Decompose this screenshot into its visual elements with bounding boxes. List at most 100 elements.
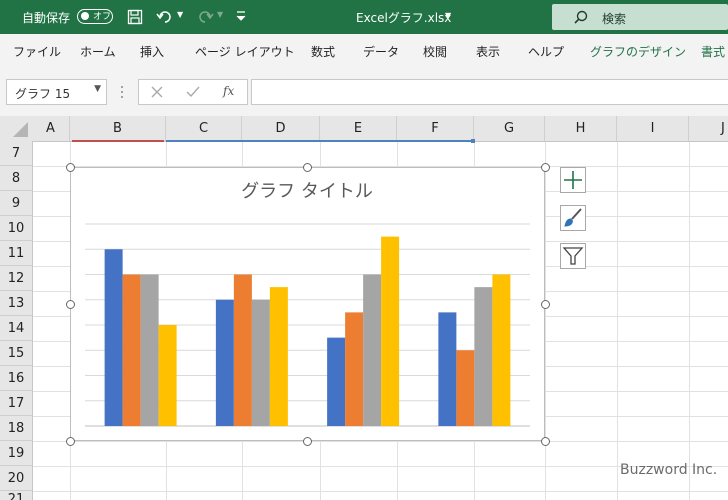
name-box[interactable]: グラフ 15 ▼ (6, 79, 107, 105)
chart-filters-button[interactable] (560, 243, 586, 269)
row-header-20[interactable]: 20 (0, 466, 32, 491)
row-header-11[interactable]: 11 (0, 241, 32, 266)
bar-series-4-category-2[interactable] (269, 287, 288, 426)
row-header-19[interactable]: 19 (0, 441, 32, 466)
bar-series-2-category-3[interactable] (345, 312, 364, 426)
column-headers: A B C D E F G H I J (0, 116, 728, 142)
row-header-7[interactable]: 7 (0, 141, 32, 166)
redo-dropdown-icon[interactable]: ▼ (217, 10, 223, 19)
bar-series-1-category-4[interactable] (438, 312, 457, 426)
column-header-i[interactable]: I (617, 116, 689, 141)
bar-series-4-category-1[interactable] (158, 325, 177, 426)
row-header-15[interactable]: 15 (0, 341, 32, 366)
bar-series-3-category-3[interactable] (363, 274, 382, 427)
formula-buttons: fx (138, 79, 248, 105)
tab-formulas[interactable]: 数式 (311, 43, 335, 60)
resize-handle-left[interactable] (66, 300, 75, 309)
save-icon[interactable] (127, 9, 143, 25)
range-highlight-values (166, 140, 474, 142)
gridline (617, 141, 618, 500)
file-name-dropdown-icon[interactable]: ▼ (445, 11, 451, 20)
undo-dropdown-icon[interactable]: ▼ (177, 10, 183, 19)
row-header-9[interactable]: 9 (0, 191, 32, 216)
row-header-16[interactable]: 16 (0, 366, 32, 391)
row-header-14[interactable]: 14 (0, 316, 32, 341)
row-headers: 7 8 9 10 11 12 13 14 15 16 17 18 19 20 2… (0, 141, 33, 500)
chart-plot: グラフ タイトル (85, 181, 530, 427)
row-header-12[interactable]: 12 (0, 266, 32, 291)
chart-title[interactable]: グラフ タイトル (241, 181, 373, 202)
bar-series-3-category-4[interactable] (474, 287, 493, 426)
autosave-state: オフ (93, 12, 112, 22)
column-header-j[interactable]: J (689, 116, 728, 141)
row-header-13[interactable]: 13 (0, 291, 32, 316)
undo-icon[interactable] (156, 8, 174, 26)
enter-icon[interactable] (186, 86, 200, 98)
resize-handle-right[interactable] (541, 300, 550, 309)
tab-home[interactable]: ホーム (80, 43, 116, 60)
resize-handle-top-left[interactable] (66, 163, 75, 172)
more-icon (121, 86, 123, 98)
name-box-dropdown-icon[interactable]: ▼ (94, 84, 101, 94)
bar-series-1-category-1[interactable] (104, 249, 123, 426)
gridline (32, 441, 728, 442)
column-header-h[interactable]: H (545, 116, 617, 141)
bar-series-1-category-2[interactable] (215, 299, 234, 426)
filter-icon (562, 247, 584, 265)
tab-insert[interactable]: 挿入 (140, 43, 164, 60)
resize-handle-bottom[interactable] (303, 437, 312, 446)
chart-elements-button[interactable] (560, 167, 586, 193)
bar-series-4-category-4[interactable] (492, 274, 511, 427)
file-name: Excelグラフ.xlsx (356, 11, 452, 25)
column-header-b[interactable]: B (70, 116, 166, 141)
row-header-10[interactable]: 10 (0, 216, 32, 241)
search-box[interactable]: 検索 (552, 4, 728, 30)
tab-file[interactable]: ファイル (13, 43, 61, 60)
bar-series-3-category-1[interactable] (140, 274, 159, 427)
select-all-button[interactable] (0, 116, 32, 141)
row-header-17[interactable]: 17 (0, 391, 32, 416)
title-bar: 自動保存 オフ ▼ ▼ Excelグラフ.xlsx ▼ 検索 (0, 0, 728, 34)
column-header-d[interactable]: D (242, 116, 320, 141)
bar-series-4-category-3[interactable] (381, 236, 400, 426)
tab-review[interactable]: 校閲 (423, 43, 447, 60)
resize-handle-bottom-right[interactable] (541, 437, 550, 446)
toggle-knob (81, 12, 89, 20)
column-header-a[interactable]: A (32, 116, 70, 141)
search-icon (574, 10, 588, 24)
bar-series-2-category-4[interactable] (456, 350, 475, 426)
tab-view[interactable]: 表示 (476, 43, 500, 60)
tab-chart-design[interactable]: グラフのデザイン (590, 43, 686, 60)
tab-data[interactable]: データ (363, 43, 399, 60)
bar-series-1-category-3[interactable] (327, 337, 346, 426)
gridline (32, 491, 728, 492)
row-header-18[interactable]: 18 (0, 416, 32, 441)
plus-icon (564, 171, 582, 189)
tab-format[interactable]: 書式 (701, 43, 725, 60)
insert-function-icon[interactable]: fx (223, 84, 234, 98)
redo-icon[interactable] (196, 8, 214, 26)
formula-input[interactable] (251, 79, 728, 105)
row-header-21[interactable]: 21 (0, 491, 32, 500)
resize-handle-bottom-left[interactable] (66, 437, 75, 446)
column-header-f[interactable]: F (397, 116, 474, 141)
bar-series-2-category-1[interactable] (122, 274, 141, 427)
column-header-c[interactable]: C (166, 116, 242, 141)
customize-toolbar-icon[interactable] (235, 10, 247, 22)
column-header-e[interactable]: E (320, 116, 397, 141)
row-header-8[interactable]: 8 (0, 166, 32, 191)
column-header-g[interactable]: G (474, 116, 545, 141)
resize-handle-top-right[interactable] (541, 163, 550, 172)
cancel-icon[interactable] (151, 86, 163, 98)
range-highlight-series (72, 140, 164, 142)
resize-handle-top[interactable] (303, 163, 312, 172)
chart-styles-button[interactable] (560, 205, 586, 231)
bar-series-2-category-2[interactable] (233, 274, 252, 427)
bar-series-3-category-2[interactable] (251, 299, 270, 426)
paintbrush-icon (564, 208, 582, 227)
autosave-toggle[interactable]: オフ (77, 9, 113, 24)
tab-page-layout[interactable]: ページ レイアウト (195, 43, 295, 60)
chart-object[interactable]: グラフ タイトル (70, 167, 545, 441)
tab-help[interactable]: ヘルプ (528, 43, 564, 60)
range-handle[interactable] (471, 139, 475, 143)
